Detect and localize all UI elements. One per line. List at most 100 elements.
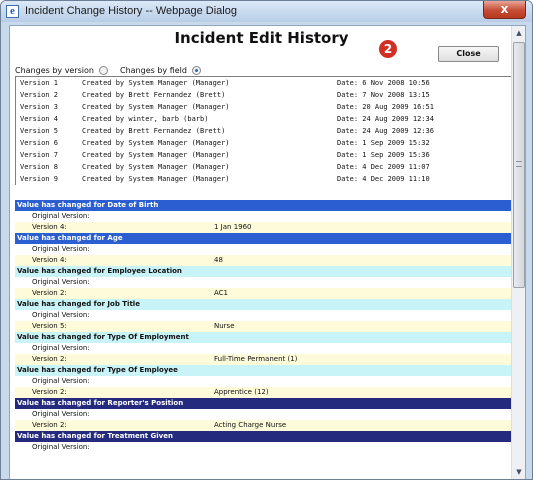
title-bar[interactable]: e Incident Change History -- Webpage Dia… <box>1 1 532 22</box>
version-number: Version 6 <box>20 139 58 147</box>
version-author: Created by winter, barb (barb) <box>82 115 209 123</box>
version-row[interactable]: Version 3 Created by System Manager (Mana… <box>16 101 511 113</box>
changed-version-row: Version 4: 48 <box>15 255 512 266</box>
version-date: Date: 1 Sep 2009 15:32 <box>337 139 430 147</box>
change-header: Value has changed for Treatment Given <box>15 431 512 442</box>
original-version-row: Original Version: <box>15 244 512 255</box>
page-title: Incident Edit History <box>174 29 349 47</box>
changed-version-label: Version 2: <box>32 355 67 363</box>
window-close-button[interactable]: x <box>483 1 526 19</box>
version-author: Created by System Manager (Manager) <box>82 163 230 171</box>
view-options: Changes by version Changes by field <box>15 66 213 75</box>
changed-version-label: Version 4: <box>32 223 67 231</box>
version-row[interactable]: Version 4 Created by winter, barb (barb) D… <box>16 113 511 125</box>
original-version-row: Original Version: <box>15 277 512 288</box>
changes-by-version-radio[interactable] <box>99 66 108 75</box>
version-row[interactable]: Version 7 Created by System Manager (Mana… <box>16 149 511 161</box>
version-author: Created by Brett Fernandez (Brett) <box>82 127 226 135</box>
version-row[interactable]: Version 8 Created by System Manager (Mana… <box>16 161 511 173</box>
original-version-label: Original Version: <box>32 443 90 451</box>
changed-version-row: Version 2: Apprentice (12) <box>15 387 512 398</box>
change-header: Value has changed for Employee Location <box>15 266 512 277</box>
changed-version-label: Version 2: <box>32 421 67 429</box>
version-author: Created by System Manager (Manager) <box>82 151 230 159</box>
version-date: Date: 7 Nov 2008 13:15 <box>337 91 430 99</box>
change-header: Value has changed for Job Title <box>15 299 512 310</box>
original-version-label: Original Version: <box>32 410 90 418</box>
close-button[interactable]: Close <box>438 46 499 62</box>
changed-version-row: Version 4: 1 Jan 1960 <box>15 222 512 233</box>
change-header: Value has changed for Type Of Employment <box>15 332 512 343</box>
original-version-label: Original Version: <box>32 311 90 319</box>
version-number: Version 7 <box>20 151 58 159</box>
original-version-label: Original Version: <box>32 245 90 253</box>
changed-version-row: Version 5: Nurse <box>15 321 512 332</box>
version-row[interactable]: Version 5 Created by Brett Fernandez (Bre… <box>16 125 511 137</box>
window-title: Incident Change History -- Webpage Dialo… <box>25 5 237 17</box>
original-version-row: Original Version: <box>15 343 512 354</box>
original-version-row: Original Version: <box>15 310 512 321</box>
original-version-label: Original Version: <box>32 212 90 220</box>
version-author: Created by Brett Fernandez (Brett) <box>82 91 226 99</box>
changes-list: Value has changed for Date of Birth Origi… <box>15 200 512 453</box>
changed-value: 48 <box>214 256 223 264</box>
changed-value: Full-Time Permanent (1) <box>214 355 298 363</box>
version-author: Created by System Manager (Manager) <box>82 103 230 111</box>
changed-value: 1 Jan 1960 <box>214 223 252 231</box>
version-number: Version 5 <box>20 127 58 135</box>
original-version-row: Original Version: <box>15 211 512 222</box>
changes-by-field-radio[interactable] <box>191 66 201 75</box>
dialog-content: Incident Edit History 2 Close Changes by… <box>9 25 526 479</box>
original-version-label: Original Version: <box>32 377 90 385</box>
version-row[interactable]: Version 6 Created by System Manager (Mana… <box>16 137 511 149</box>
version-date: Date: 1 Sep 2009 15:36 <box>337 151 430 159</box>
version-number: Version 2 <box>20 91 58 99</box>
original-version-label: Original Version: <box>32 344 90 352</box>
changed-value: AC1 <box>214 289 229 297</box>
version-row[interactable]: Version 2 Created by Brett Fernandez (Bre… <box>16 89 511 101</box>
changed-value: Nurse <box>214 322 235 330</box>
scroll-up-arrow-icon[interactable]: ▲ <box>513 27 525 40</box>
version-author: Created by System Manager (Manager) <box>82 139 230 147</box>
version-date: Date: 24 Aug 2009 12:36 <box>337 127 434 135</box>
changed-value: Apprentice (12) <box>214 388 269 396</box>
change-header: Value has changed for Reporter's Positio… <box>15 398 512 409</box>
changed-version-row: Version 2: Full-Time Permanent (1) <box>15 354 512 365</box>
version-number: Version 3 <box>20 103 58 111</box>
changed-version-label: Version 5: <box>32 322 67 330</box>
changes-by-version-label: Changes by version <box>15 66 94 75</box>
dialog-window: e Incident Change History -- Webpage Dia… <box>0 0 533 480</box>
version-number: Version 9 <box>20 175 58 183</box>
versions-list: Version 1 Created by System Manager (Mana… <box>15 76 512 185</box>
original-version-label: Original Version: <box>32 278 90 286</box>
changed-version-label: Version 4: <box>32 256 67 264</box>
changed-version-label: Version 2: <box>32 289 67 297</box>
version-date: Date: 20 Aug 2009 16:51 <box>337 103 434 111</box>
change-header: Value has changed for Type Of Employee <box>15 365 512 376</box>
scrollbar-thumb[interactable] <box>513 42 525 288</box>
original-version-row: Original Version: <box>15 376 512 387</box>
change-header: Value has changed for Date of Birth <box>15 200 512 211</box>
original-version-row: Original Version: <box>15 409 512 420</box>
version-number: Version 8 <box>20 163 58 171</box>
ie-icon: e <box>6 5 19 18</box>
version-date: Date: 4 Dec 2009 11:07 <box>337 163 430 171</box>
version-date: Date: 4 Dec 2009 11:10 <box>337 175 430 183</box>
scroll-down-arrow-icon[interactable]: ▼ <box>513 466 525 479</box>
changed-version-label: Version 2: <box>32 388 67 396</box>
version-number: Version 4 <box>20 115 58 123</box>
version-date: Date: 6 Nov 2008 10:56 <box>337 79 430 87</box>
change-header: Value has changed for Age <box>15 233 512 244</box>
grip-icon <box>516 161 522 167</box>
original-version-row: Original Version: <box>15 442 512 453</box>
version-date: Date: 24 Aug 2009 12:34 <box>337 115 434 123</box>
version-row[interactable]: Version 1 Created by System Manager (Mana… <box>16 77 511 89</box>
version-row[interactable]: Version 9 Created by System Manager (Mana… <box>16 173 511 185</box>
changed-version-row: Version 2: Acting Charge Nurse <box>15 420 512 431</box>
step-badge: 2 <box>379 40 397 58</box>
changed-version-row: Version 2: AC1 <box>15 288 512 299</box>
changed-value: Acting Charge Nurse <box>214 421 287 429</box>
version-author: Created by System Manager (Manager) <box>82 175 230 183</box>
version-number: Version 1 <box>20 79 58 87</box>
vertical-scrollbar[interactable]: ▲ ▼ <box>511 26 525 479</box>
